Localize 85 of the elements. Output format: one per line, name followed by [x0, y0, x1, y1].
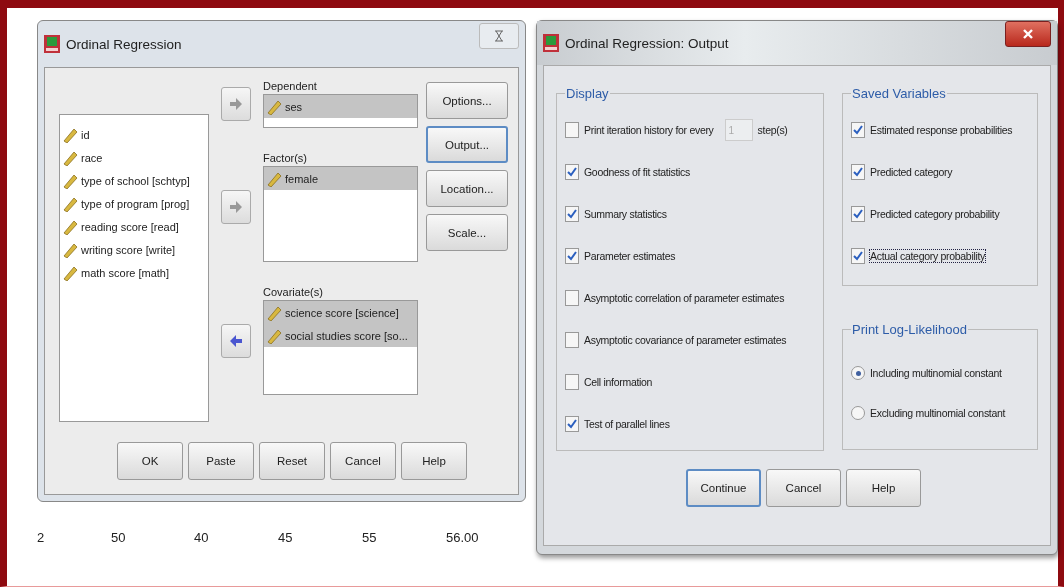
variable-item[interactable]: ses — [264, 95, 417, 118]
dialog-button[interactable]: Cancel — [330, 442, 396, 480]
group-title: Print Log-Likelihood — [851, 322, 968, 337]
ruler-icon — [62, 172, 78, 189]
radio-button[interactable] — [851, 406, 865, 420]
ruler-icon — [62, 126, 78, 143]
dialog-button[interactable]: Paste — [188, 442, 254, 480]
variable-item[interactable]: math score [math] — [60, 261, 208, 284]
arrow-icon — [229, 200, 243, 214]
variable-item[interactable]: type of program [prog] — [60, 192, 208, 215]
checkbox[interactable] — [851, 122, 865, 138]
arrow-icon — [229, 97, 243, 111]
radio-label: Including multinomial constant — [870, 367, 1002, 379]
checkbox-label: Predicted category — [870, 166, 953, 178]
variable-item[interactable]: female — [264, 167, 417, 190]
checkbox-label: Goodness of fit statistics — [584, 166, 690, 178]
checkbox[interactable] — [565, 206, 579, 222]
variable-item[interactable]: writing score [write] — [60, 238, 208, 261]
dialog-button[interactable]: Output... — [426, 126, 508, 163]
close-icon — [1022, 28, 1034, 40]
checkbox-label: Cell information — [584, 376, 653, 388]
window-title: Ordinal Regression: Output — [565, 35, 729, 51]
close-button[interactable] — [1005, 21, 1051, 47]
field-label: Factor(s) — [263, 152, 308, 164]
dialog-button[interactable]: Reset — [259, 442, 325, 480]
checkbox-label: Asymptotic covariance of parameter estimates — [584, 334, 787, 346]
checkbox-label: Asymptotic correlation of parameter estimates — [584, 292, 785, 304]
dialog-button[interactable]: Continue — [686, 469, 761, 507]
dialog-button[interactable]: Scale... — [426, 214, 508, 251]
checkbox[interactable] — [851, 248, 865, 264]
ruler-icon — [62, 218, 78, 235]
ruler-icon — [266, 327, 282, 344]
variable-item[interactable]: race — [60, 146, 208, 169]
checkbox-label: Print iteration history for every — [584, 124, 714, 136]
dialog-button[interactable]: Help — [846, 469, 921, 507]
checkbox[interactable] — [565, 332, 579, 348]
checkbox[interactable] — [565, 290, 579, 306]
ruler-icon — [62, 241, 78, 258]
dialog-button[interactable]: Cancel — [766, 469, 841, 507]
app-icon — [44, 35, 60, 53]
left-arrow-button[interactable] — [221, 323, 251, 358]
variable-item[interactable]: social studies score [so... — [264, 324, 417, 347]
dialog-button[interactable]: Options... — [426, 82, 508, 119]
checkbox-label: Summary statistics — [584, 208, 667, 220]
checkbox[interactable] — [851, 206, 865, 222]
checkbox[interactable] — [565, 374, 579, 390]
ruler-icon — [62, 195, 78, 212]
table-cell-text: 55 — [362, 530, 378, 545]
field-label: Dependent — [263, 80, 318, 92]
variable-item[interactable]: science score [science] — [264, 301, 417, 324]
variable-item[interactable]: type of school [schtyp] — [60, 169, 208, 192]
variable-item[interactable]: reading score [read] — [60, 215, 208, 238]
ruler-icon — [266, 98, 282, 115]
dialog-button[interactable]: Help — [401, 442, 467, 480]
variable-item[interactable]: id — [60, 123, 208, 146]
radio-label: Excluding multinomial constant — [870, 407, 1006, 419]
table-cell-text: 40 — [194, 530, 210, 545]
unit-label: step(s) — [757, 124, 788, 136]
arrow-icon — [229, 333, 243, 348]
checkbox-label: Predicted category probability — [870, 208, 1000, 220]
table-cell-text: 2 — [37, 530, 46, 545]
field-label: Covariate(s) — [263, 286, 324, 298]
checkbox-label: Estimated response probabilities — [870, 124, 1013, 136]
ruler-icon — [266, 304, 282, 321]
group-title: Saved Variables — [851, 86, 947, 101]
checkbox-label: Test of parallel lines — [584, 418, 670, 430]
checkbox[interactable] — [851, 164, 865, 180]
table-cell-text: 50 — [111, 530, 127, 545]
checkbox-label: Parameter estimates — [584, 250, 676, 262]
radio-button[interactable] — [851, 366, 865, 380]
checkbox[interactable] — [565, 164, 579, 180]
dialog-button[interactable]: OK — [117, 442, 183, 480]
checkbox[interactable] — [565, 416, 579, 432]
close-icon — [493, 30, 505, 42]
table-cell: 56.00 — [446, 530, 479, 545]
ruler-icon — [266, 170, 282, 187]
ruler-icon — [62, 149, 78, 166]
checkbox[interactable] — [565, 248, 579, 264]
table-cell-text: 45 — [278, 530, 294, 545]
group-title: Display — [565, 86, 610, 101]
window-title: Ordinal Regression — [66, 36, 182, 52]
ruler-icon — [62, 264, 78, 281]
dialog-button[interactable]: Location... — [426, 170, 508, 207]
app-icon — [543, 34, 559, 52]
checkbox-label: Actual category probability — [870, 250, 986, 262]
